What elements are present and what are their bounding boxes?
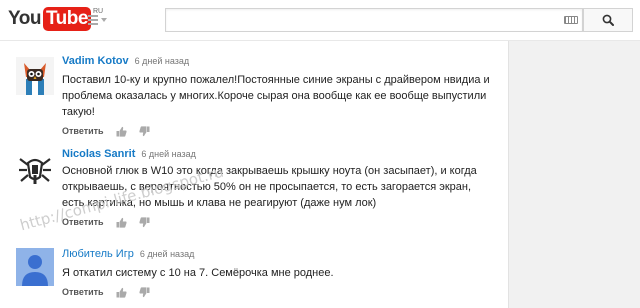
keyboard-icon[interactable] — [564, 16, 578, 24]
reply-button[interactable]: Ответить — [62, 217, 104, 227]
comment-header: Vadim Kotov 6 дней назад — [62, 55, 494, 68]
search-button[interactable] — [583, 8, 633, 32]
guide-menu-button[interactable] — [88, 13, 107, 27]
logo-you-text: You — [8, 8, 41, 29]
thumb-up-icon[interactable] — [116, 126, 127, 137]
thumb-down-icon[interactable] — [139, 216, 150, 228]
search-input[interactable] — [165, 8, 583, 32]
comment-time[interactable]: 6 дней назад — [140, 249, 195, 259]
comment-author-link[interactable]: Vadim Kotov — [62, 55, 129, 67]
comment-header: Nicolas Sanrit 6 дней назад — [62, 148, 494, 161]
hamburger-icon — [88, 15, 98, 25]
comment-time[interactable]: 6 дней назад — [135, 56, 190, 66]
default-user-avatar[interactable] — [16, 248, 54, 286]
owl-avatar[interactable] — [16, 57, 54, 95]
user-silhouette-icon — [16, 248, 54, 286]
comment-actions: Ответить — [62, 216, 494, 228]
comment-author-link[interactable]: Nicolas Sanrit — [62, 148, 135, 160]
search-icon — [602, 14, 614, 26]
comment-text: Основной глюк в W10 это когда закрываешь… — [62, 165, 477, 209]
chevron-down-icon — [101, 18, 107, 22]
logo-tube-text: Tube — [42, 7, 91, 31]
comment-body: Любитель Игр 6 дней назад Я откатил систе… — [62, 248, 494, 298]
reply-button[interactable]: Ответить — [62, 287, 104, 297]
comment-text: Поставил 10-ку и крупно пожалел!Постоянн… — [62, 74, 490, 118]
comment-author-link[interactable]: Любитель Игр — [62, 248, 134, 260]
comment-body: Nicolas Sanrit 6 дней назад Основной глюк… — [62, 148, 494, 228]
thumb-down-icon[interactable] — [139, 125, 150, 137]
emblem-icon — [16, 151, 54, 189]
comments-panel: Vadim Kotov 6 дней назад Поставил 10-ку и… — [0, 41, 509, 308]
thumb-up-icon[interactable] — [116, 287, 127, 298]
comment-header: Любитель Игр 6 дней назад — [62, 248, 494, 261]
reply-button[interactable]: Ответить — [62, 126, 104, 136]
emblem-avatar[interactable] — [16, 151, 54, 189]
comment-time[interactable]: 6 дней назад — [141, 149, 196, 159]
comment-text: Я откатил систему с 10 на 7. Семёрочка м… — [62, 267, 334, 279]
owl-icon — [16, 57, 54, 95]
comment-actions: Ответить — [62, 125, 494, 137]
thumb-down-icon[interactable] — [139, 286, 150, 298]
top-bar: You Tube RU — [0, 0, 640, 41]
thumb-up-icon[interactable] — [116, 217, 127, 228]
comment-body: Vadim Kotov 6 дней назад Поставил 10-ку и… — [62, 55, 494, 137]
comment-actions: Ответить — [62, 286, 494, 298]
